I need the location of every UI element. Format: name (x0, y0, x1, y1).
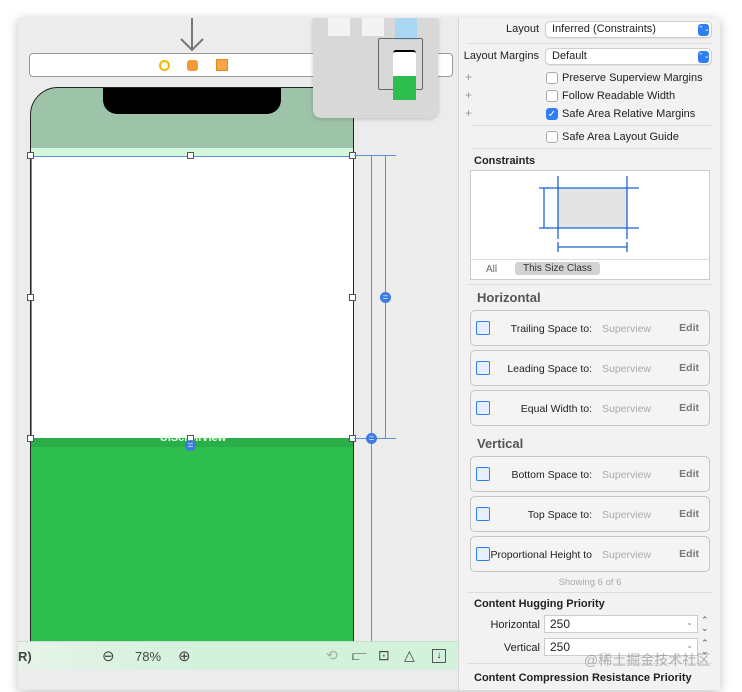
proportional-height-icon (476, 547, 490, 561)
hugging-horizontal-label: Horizontal (490, 619, 540, 631)
constraint-target: Superview (602, 363, 652, 375)
constraint-row-top[interactable]: Top Space to: Superview Edit (470, 496, 710, 532)
view-controller-icon[interactable] (159, 60, 170, 71)
green-view[interactable] (31, 438, 353, 670)
size-inspector: Layout Inferred (Constraints) ⌃⌄ Layout M… (458, 18, 720, 690)
safe-area-layout-guide-checkbox[interactable] (546, 131, 558, 143)
resize-handle[interactable] (27, 435, 34, 442)
resize-handle[interactable] (27, 294, 34, 301)
layout-margins-value: Default (552, 50, 587, 62)
follow-readable-width-checkbox[interactable] (546, 90, 558, 102)
equal-width-icon (476, 401, 490, 415)
embed-in-icon[interactable]: ↓ (432, 649, 446, 663)
constraint-row-leading[interactable]: Leading Space to: Superview Edit (470, 350, 710, 386)
leading-space-icon (476, 361, 490, 375)
zoom-in-icon[interactable]: ⊕ (178, 647, 191, 665)
field-value: 250 (550, 617, 571, 631)
constraint-row-trailing[interactable]: Trailing Space to: Superview Edit (470, 310, 710, 346)
edit-button[interactable]: Edit (679, 362, 699, 374)
exit-icon[interactable] (216, 59, 228, 71)
constraint-name: Proportional Height to (490, 549, 592, 561)
top-space-icon (476, 507, 490, 521)
minimap[interactable] (313, 18, 438, 118)
constraint-target: Superview (602, 469, 652, 481)
constraint-target: Superview (602, 403, 652, 415)
height-constraint-line[interactable] (371, 155, 372, 645)
checkbox-label: Safe Area Layout Guide (562, 131, 679, 143)
checkbox-label: Safe Area Relative Margins (562, 108, 696, 120)
stepper-icon[interactable]: ⌃ ⌄ (701, 616, 709, 633)
notch (103, 88, 281, 114)
plus-icon[interactable]: + (465, 70, 472, 84)
edit-button[interactable]: Edit (679, 508, 699, 520)
constraint-name: Leading Space to: (507, 363, 592, 375)
resize-handle[interactable] (27, 152, 34, 159)
xcode-window: UIScrollView = = = R) ⊖ 78% ⊕ ⟲ (18, 18, 720, 690)
canvas-toolbar: R) ⊖ 78% ⊕ ⟲ ⫍ ⊡ △ ↓ (18, 641, 458, 670)
constraint-diagram-icon (539, 176, 639, 252)
plus-icon[interactable]: + (465, 88, 472, 102)
edit-button[interactable]: Edit (679, 468, 699, 480)
resize-handle[interactable] (187, 152, 194, 159)
constraints-diagram: All This Size Class (470, 170, 710, 280)
showing-count: Showing 6 of 6 (558, 577, 622, 588)
edit-button[interactable]: Edit (679, 402, 699, 414)
constraint-name: Top Space to: (527, 509, 592, 521)
constraint-name: Bottom Space to: (511, 469, 592, 481)
zoom-out-icon[interactable]: ⊖ (102, 647, 115, 665)
layout-popup[interactable]: Inferred (Constraints) ⌃⌄ (545, 21, 712, 38)
equal-constraint-icon[interactable]: = (185, 440, 196, 451)
iphone-frame: UIScrollView (30, 87, 354, 670)
layout-value: Inferred (Constraints) (552, 23, 656, 35)
horizontal-title: Horizontal (477, 290, 541, 305)
constraint-target: Superview (602, 549, 652, 561)
zoom-level[interactable]: 78% (135, 649, 161, 664)
equal-constraint-icon[interactable]: = (380, 292, 391, 303)
interface-builder-canvas[interactable]: UIScrollView = = = R) ⊖ 78% ⊕ ⟲ (18, 18, 458, 670)
device-label[interactable]: R) (18, 649, 32, 664)
watermark: @稀土掘金技术社区 (584, 652, 711, 668)
equal-constraint-icon[interactable]: = (366, 433, 377, 444)
first-responder-icon[interactable] (187, 60, 198, 71)
constraint-row-proportional-height[interactable]: Proportional Height to Superview Edit (470, 536, 710, 572)
constraints-title: Constraints (474, 155, 536, 167)
compression-title: Content Compression Resistance Priority (474, 672, 692, 684)
hugging-vertical-label: Vertical (503, 642, 540, 654)
hugging-title: Content Hugging Priority (474, 598, 605, 610)
checkbox-label: Follow Readable Width (562, 90, 676, 102)
layout-margins-label: Layout Margins (463, 50, 539, 62)
constraint-name: Equal Width to: (520, 403, 592, 415)
constraint-row-equal-width[interactable]: Equal Width to: Superview Edit (470, 390, 710, 426)
add-constraints-icon[interactable]: ⊡ (378, 647, 390, 664)
preserve-superview-margins-checkbox[interactable] (546, 72, 558, 84)
tab-this-size-class[interactable]: This Size Class (515, 262, 600, 275)
hugging-horizontal-field[interactable]: 250 ⌄ (544, 615, 698, 633)
edit-button[interactable]: Edit (679, 322, 699, 334)
safe-area-relative-margins-checkbox[interactable]: ✓ (546, 108, 558, 120)
trailing-space-icon (476, 321, 490, 335)
align-icon[interactable]: ⫍ (352, 647, 367, 664)
plus-icon[interactable]: + (465, 106, 472, 120)
popup-chevron-icon: ⌃⌄ (698, 24, 710, 36)
constraint-target: Superview (602, 509, 652, 521)
layout-label: Layout (505, 23, 539, 35)
constraint-row-bottom[interactable]: Bottom Space to: Superview Edit (470, 456, 710, 492)
scroll-view[interactable] (31, 156, 353, 439)
popup-chevron-icon: ⌃⌄ (698, 51, 710, 63)
resolve-issues-icon[interactable]: △ (404, 647, 415, 664)
constraint-name: Trailing Space to: (510, 323, 592, 335)
bottom-space-icon (476, 467, 490, 481)
vertical-title: Vertical (477, 436, 524, 451)
update-frames-icon[interactable]: ⟲ (326, 647, 338, 664)
layout-margins-popup[interactable]: Default ⌃⌄ (545, 48, 712, 65)
checkbox-label: Preserve Superview Margins (562, 72, 703, 84)
constraint-target: Superview (602, 323, 652, 335)
resize-handle[interactable] (349, 294, 356, 301)
tab-all[interactable]: All (486, 264, 497, 275)
entry-point-arrow-icon (180, 18, 204, 52)
edit-button[interactable]: Edit (679, 548, 699, 560)
field-value: 250 (550, 640, 571, 654)
